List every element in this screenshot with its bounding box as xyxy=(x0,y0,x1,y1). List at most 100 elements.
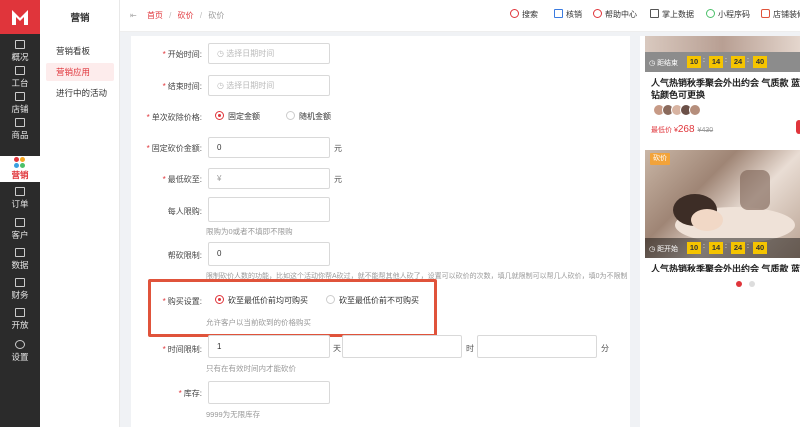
yuan-unit: 元 xyxy=(334,175,342,184)
time-limit-minute-input[interactable] xyxy=(477,335,597,358)
min-price-input[interactable]: ¥ xyxy=(208,168,330,189)
shop-icon xyxy=(761,9,770,18)
start-time-label: * 开始时间: xyxy=(162,50,202,59)
product-title-line2: 钻颜色可更换 xyxy=(651,90,706,100)
bargain-badge: 砍价 xyxy=(650,153,670,165)
yuan-unit: 元 xyxy=(334,144,342,153)
search-icon xyxy=(510,9,519,18)
marketing-icon xyxy=(14,157,26,168)
workbench-icon xyxy=(15,66,25,75)
miniapp-icon xyxy=(706,9,715,18)
stock-hint: 9999为无限库存 xyxy=(206,410,261,419)
day-unit: 天 xyxy=(333,344,341,353)
rail-item-goods[interactable]: 商品 xyxy=(0,116,40,142)
store-decorate-button[interactable]: 店铺装修 xyxy=(761,9,800,20)
countdown-label: ◷ 距结束 xyxy=(649,60,679,67)
time-limit-day-input[interactable]: 1 xyxy=(208,335,330,358)
orders-icon xyxy=(15,187,25,196)
stock-input[interactable] xyxy=(208,381,330,404)
fixed-amount-input[interactable]: 0 xyxy=(208,137,330,158)
countdown-minutes: 24 xyxy=(731,242,745,254)
rail-item-open[interactable]: 开放 xyxy=(0,306,40,332)
app-logo[interactable] xyxy=(0,0,40,34)
breadcrumb-separator: / xyxy=(169,11,172,20)
countdown-seconds: 40 xyxy=(753,56,767,68)
scan-icon xyxy=(554,9,563,18)
radio-fixed-amount[interactable]: 固定金额 xyxy=(215,111,260,122)
rail-item-settings[interactable]: 设置 xyxy=(0,338,40,364)
logo-icon xyxy=(12,10,28,25)
per-limit-input[interactable] xyxy=(208,197,330,222)
cut-price-label: * 单次砍除价格: xyxy=(146,113,202,122)
subnav-item-dashboard[interactable]: 营销看板 xyxy=(46,42,114,60)
marketing-subnav: 营销 营销看板 营销应用 进行中的活动 xyxy=(40,0,120,427)
stock-label: * 库存: xyxy=(178,389,202,398)
miniapp-code-button[interactable]: 小程序码 xyxy=(706,9,750,20)
subnav-item-active-campaigns[interactable]: 进行中的活动 xyxy=(46,84,114,102)
carousel-dot[interactable] xyxy=(749,281,755,287)
countdown-seconds: 40 xyxy=(753,242,767,254)
product-image xyxy=(645,36,800,52)
subnav-item-apps[interactable]: 营销应用 xyxy=(46,63,114,81)
breadcrumb-current: 砍价 xyxy=(208,11,225,20)
hour-unit: 时 xyxy=(466,344,474,353)
verify-button[interactable]: 核销 xyxy=(554,9,582,20)
carousel-dot-active[interactable] xyxy=(736,281,742,287)
minute-unit: 分 xyxy=(601,344,609,353)
countdown-days: 10 xyxy=(687,56,701,68)
subnav-title: 营销 xyxy=(70,13,90,24)
rail-item-workbench[interactable]: 工台 xyxy=(0,64,40,90)
collapse-icon[interactable]: ⇤ xyxy=(130,11,137,20)
main-rail: 概况 工台 店铺 商品 营销 订单 客户 数据 财务 开放 设置 xyxy=(0,0,40,427)
countdown-bar: ◷ 距结束 10 : 14 : 24 : 40 xyxy=(645,52,800,72)
breadcrumb: ⇤ 首页 / 砍价 / 砍价 xyxy=(130,10,224,21)
countdown-bar: ◷ 距开始 10 : 14 : 24 : 40 xyxy=(645,238,800,258)
data-icon xyxy=(15,248,25,257)
clock-icon: ◷ xyxy=(217,49,227,58)
product-title: 人气热销秋季聚会外出约会 气质款 蓝 xyxy=(651,264,800,272)
start-time-input[interactable]: ◷ 选择日期时间 xyxy=(208,43,330,64)
highlight-box xyxy=(148,279,437,337)
rail-item-finance[interactable]: 财务 xyxy=(0,276,40,302)
per-limit-hint: 限购为0或者不填即不限购 xyxy=(206,227,293,236)
end-time-label: * 结束时间: xyxy=(162,82,202,91)
help-icon xyxy=(593,9,602,18)
rail-item-store[interactable]: 店铺 xyxy=(0,90,40,116)
countdown-minutes: 24 xyxy=(731,56,745,68)
time-limit-hint: 只有在有效时间内才能砍价 xyxy=(206,364,296,373)
rail-item-marketing[interactable]: 营销 xyxy=(0,156,40,182)
breadcrumb-home[interactable]: 首页 xyxy=(147,11,163,20)
radio-random-amount[interactable]: 随机金额 xyxy=(286,111,331,122)
countdown-days: 10 xyxy=(687,242,701,254)
end-time-input[interactable]: ◷ 选择日期时间 xyxy=(208,75,330,96)
help-limit-input[interactable]: 0 xyxy=(208,242,330,266)
rail-item-overview[interactable]: 概况 xyxy=(0,38,40,64)
help-limit-label: 帮砍限制: xyxy=(167,251,202,260)
countdown-hours: 14 xyxy=(709,242,723,254)
overview-icon xyxy=(15,40,25,49)
goods-icon xyxy=(15,118,25,127)
rail-item-customers[interactable]: 客户 xyxy=(0,216,40,242)
breadcrumb-bargain[interactable]: 砍价 xyxy=(178,11,194,20)
clock-icon: ◷ xyxy=(217,81,227,90)
buy-button-edge[interactable] xyxy=(796,120,800,134)
gear-icon xyxy=(15,340,25,349)
help-center-button[interactable]: 帮助中心 xyxy=(593,9,637,20)
rail-item-orders[interactable]: 订单 xyxy=(0,185,40,211)
min-price-label: * 最低砍至: xyxy=(162,175,202,184)
store-icon xyxy=(15,92,25,101)
product-price: 最低价 ¥268 ¥430 xyxy=(651,124,714,135)
countdown-hours: 14 xyxy=(709,56,723,68)
time-limit-hour-input[interactable] xyxy=(342,335,462,358)
breadcrumb-separator: / xyxy=(199,11,203,20)
fixed-amount-label: * 固定砍价金额: xyxy=(146,144,202,153)
product-title: 人气热销秋季聚会外出约会 气质款 蓝 xyxy=(651,78,800,88)
open-icon xyxy=(15,308,25,317)
per-limit-label: 每人限购: xyxy=(167,207,202,216)
finance-icon xyxy=(15,278,25,287)
search-button[interactable]: 搜索 xyxy=(510,9,538,20)
rail-item-data[interactable]: 数据 xyxy=(0,246,40,272)
mobile-data-button[interactable]: 掌上数据 xyxy=(650,9,694,20)
customers-icon xyxy=(15,218,25,227)
phone-icon xyxy=(650,9,659,18)
